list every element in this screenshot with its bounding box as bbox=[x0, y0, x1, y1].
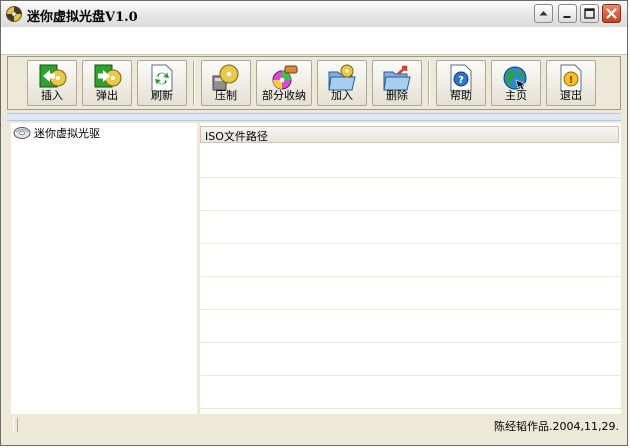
add-button[interactable]: 加入 bbox=[317, 60, 367, 106]
list-row-divider bbox=[200, 210, 621, 211]
homepage-button[interactable]: 主页 bbox=[491, 60, 541, 106]
help-button[interactable]: ? 帮助 bbox=[436, 60, 486, 106]
compress-button[interactable]: 压制 bbox=[201, 60, 251, 106]
delete-button[interactable]: 删除 bbox=[372, 60, 422, 106]
iso-file-list[interactable]: ISO文件路径 bbox=[200, 123, 621, 414]
delete-label: 删除 bbox=[386, 89, 408, 102]
toolbar-separator bbox=[193, 61, 195, 105]
close-button[interactable] bbox=[602, 4, 621, 23]
close-icon bbox=[606, 8, 617, 19]
help-title-button[interactable] bbox=[534, 4, 553, 23]
refresh-button[interactable]: 刷新 bbox=[137, 60, 187, 106]
refresh-label: 刷新 bbox=[151, 89, 173, 102]
status-grip bbox=[13, 418, 18, 432]
title-bar[interactable]: 迷你虚拟光盘V1.0 bbox=[1, 1, 627, 28]
partial-store-button[interactable]: 部分收纳 bbox=[256, 60, 312, 106]
status-credit: 陈经韬作品.2004,11,29. bbox=[494, 420, 619, 433]
svg-text:?: ? bbox=[458, 75, 464, 86]
cd-drive-icon bbox=[13, 127, 31, 139]
window-title: 迷你虚拟光盘V1.0 bbox=[27, 10, 138, 25]
maximize-icon bbox=[584, 8, 595, 19]
insert-label: 插入 bbox=[41, 89, 63, 102]
list-row-divider bbox=[200, 177, 621, 178]
minimize-button[interactable] bbox=[558, 4, 577, 23]
exit-button[interactable]: ! 退出 bbox=[546, 60, 596, 106]
tree-item-label: 迷你虚拟光驱 bbox=[34, 127, 100, 140]
eject-label: 弹出 bbox=[96, 89, 118, 102]
compress-label: 压制 bbox=[215, 89, 237, 102]
list-row-divider bbox=[200, 408, 621, 409]
help-label: 帮助 bbox=[450, 89, 472, 102]
minimize-icon bbox=[563, 16, 571, 18]
caret-up-icon bbox=[539, 11, 548, 16]
toolbar-separator bbox=[428, 61, 430, 105]
status-bar: 陈经韬作品.2004,11,29. bbox=[11, 415, 621, 435]
maximize-button[interactable] bbox=[580, 4, 599, 23]
toolbar: 插入 弹出 刷新 压制 部分收纳 加入 删除 ? 帮助 主页 ! 退出 bbox=[7, 56, 621, 110]
menu-band bbox=[1, 27, 627, 55]
tree-item-virtual-drive[interactable]: 迷你虚拟光驱 bbox=[13, 125, 100, 141]
list-row-divider bbox=[200, 342, 621, 343]
disc-app-icon bbox=[6, 6, 22, 22]
svg-text:!: ! bbox=[569, 75, 574, 86]
list-row-divider bbox=[200, 243, 621, 244]
toolbar-divider bbox=[7, 113, 621, 121]
list-row-divider bbox=[200, 276, 621, 277]
exit-label: 退出 bbox=[560, 89, 582, 102]
add-label: 加入 bbox=[331, 89, 353, 102]
drive-tree[interactable]: 迷你虚拟光驱 bbox=[11, 123, 198, 414]
eject-button[interactable]: 弹出 bbox=[82, 60, 132, 106]
column-header-label: ISO文件路径 bbox=[205, 130, 268, 143]
homepage-label: 主页 bbox=[505, 89, 527, 102]
partial-store-label: 部分收纳 bbox=[262, 89, 306, 102]
list-row-divider bbox=[200, 375, 621, 376]
insert-button[interactable]: 插入 bbox=[27, 60, 77, 106]
column-header-iso-path[interactable]: ISO文件路径 bbox=[200, 126, 619, 143]
app-window: 迷你虚拟光盘V1.0 插入 弹出 刷新 压制 部分收纳 加入 删除 ? 帮助 主… bbox=[0, 0, 628, 446]
list-row-divider bbox=[200, 309, 621, 310]
